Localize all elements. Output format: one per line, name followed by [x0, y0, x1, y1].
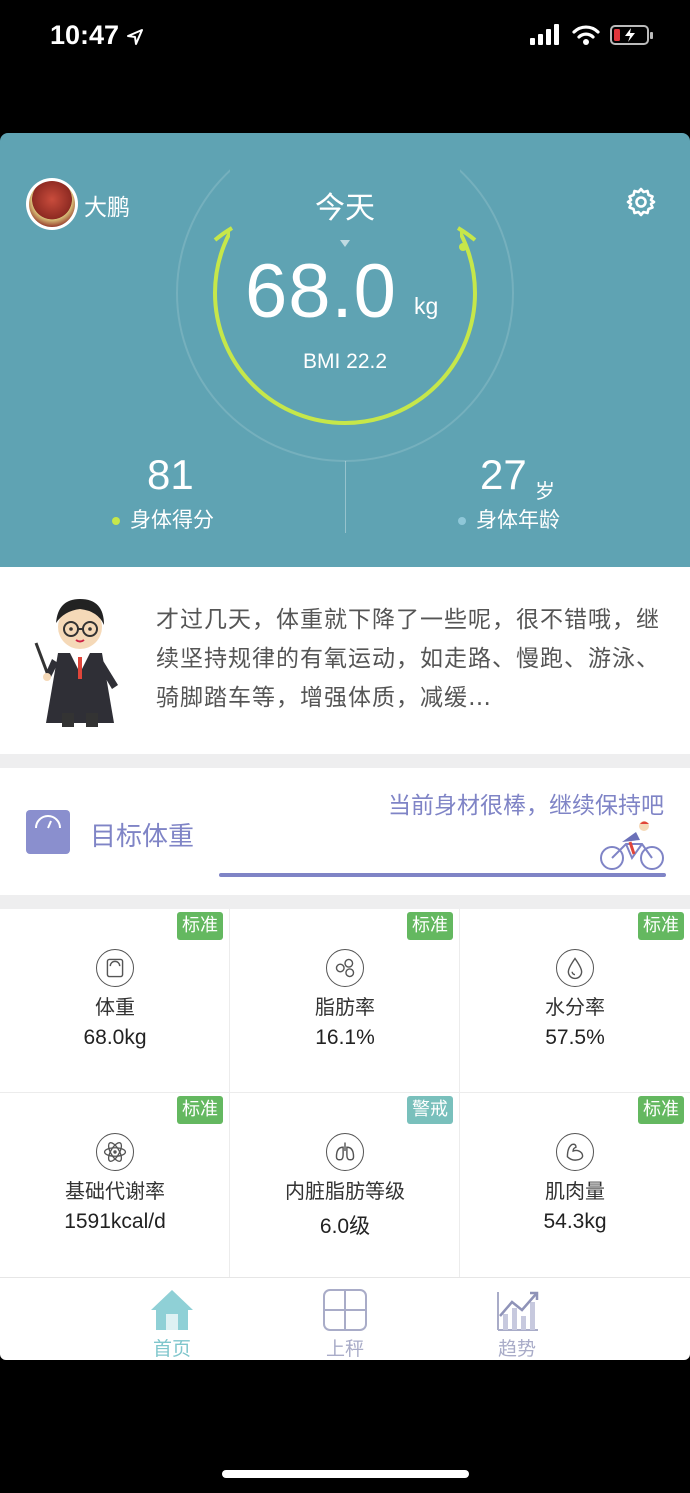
muscle-icon [556, 1133, 594, 1171]
atom-icon [96, 1133, 134, 1171]
body-score-label[interactable]: 身体得分 [112, 504, 214, 534]
tab-label: 首页 [152, 1338, 191, 1360]
tab-scale[interactable]: 上秤 [285, 1278, 405, 1361]
fat-icon [326, 949, 364, 987]
tab-home[interactable]: 首页 [112, 1278, 232, 1361]
tab-label: 上秤 [325, 1338, 364, 1360]
status-bar: 10:47 [0, 0, 690, 80]
battery-icon [610, 25, 653, 45]
metric-value: 54.3kg [543, 1210, 607, 1233]
status-time: 10:47 [50, 20, 120, 50]
scale-pad-icon [323, 1289, 367, 1331]
metric-name: 基础代谢率 [65, 1179, 165, 1203]
metric-card-muscle-mass[interactable]: 标准 肌肉量 54.3kg [460, 1093, 690, 1277]
metric-value: 16.1% [315, 1026, 375, 1049]
body-score-value: 81 [147, 451, 194, 498]
scale-icon [26, 810, 70, 854]
status-badge: 标准 [638, 912, 684, 940]
water-drop-icon [556, 949, 594, 987]
metric-name: 脂肪率 [315, 995, 375, 1019]
scale-icon [96, 949, 134, 987]
metric-value: 1591kcal/d [64, 1210, 166, 1233]
wifi-icon [572, 25, 600, 45]
summary-header: 大鹏 今天 68.0 kg BMI 22.2 81 身体得分 27 岁 身体年龄 [0, 133, 690, 567]
tab-trend[interactable]: 趋势 [457, 1278, 577, 1361]
goal-weight-section[interactable]: 目标体重 当前身材很棒，继续保持吧 [0, 768, 690, 895]
weight-value: 68.0 [245, 249, 397, 334]
metric-name: 水分率 [545, 995, 605, 1019]
trend-chart-icon [497, 1291, 539, 1331]
metric-card-bmr[interactable]: 标准 基础代谢率 1591kcal/d [0, 1093, 230, 1277]
status-badge: 标准 [177, 1096, 223, 1124]
metric-name: 肌肉量 [545, 1179, 605, 1203]
body-age-label[interactable]: 身体年龄 [458, 504, 560, 534]
status-badge: 标准 [407, 912, 453, 940]
signal-icon [530, 24, 559, 45]
metric-card-weight[interactable]: 标准 体重 68.0kg [0, 909, 230, 1093]
page-title: 今天 [315, 191, 375, 226]
section-gap [0, 754, 690, 768]
status-badge: 警戒 [407, 1096, 453, 1124]
weight-unit: kg [414, 293, 439, 319]
metric-name: 内脏脂肪等级 [285, 1179, 405, 1203]
goal-message: 当前身材很棒，继续保持吧 [388, 793, 664, 819]
metric-name: 体重 [95, 995, 135, 1019]
gear-icon[interactable] [626, 187, 656, 217]
home-indicator[interactable] [222, 1470, 469, 1478]
body-age-unit: 岁 [535, 479, 555, 503]
metric-value: 6.0级 [319, 1215, 371, 1238]
metric-card-fat-rate[interactable]: 标准 脂肪率 16.1% [230, 909, 460, 1093]
cyclist-icon [600, 821, 664, 870]
body-age-dot [458, 517, 466, 525]
location-arrow-icon [127, 29, 143, 45]
metric-value: 57.5% [545, 1026, 605, 1049]
body-age-value: 27 [480, 451, 527, 498]
status-badge: 标准 [638, 1096, 684, 1124]
metric-value: 68.0kg [83, 1026, 147, 1049]
tab-label: 趋势 [497, 1338, 536, 1360]
metric-card-water-rate[interactable]: 标准 水分率 57.5% [460, 909, 690, 1093]
goal-progress-bar [219, 873, 666, 877]
stat-divider [345, 461, 346, 533]
lungs-icon [326, 1133, 364, 1171]
tab-bar: 首页 上秤 趋势 [0, 1277, 690, 1360]
tip-text: 才过几天，体重就下降了一些呢，很不错哦，继续坚持规律的有氧运动，如走路、慢跑、游… [156, 607, 660, 711]
body-score-dot [112, 517, 120, 525]
section-gap [0, 895, 690, 909]
goal-weight-label: 目标体重 [90, 822, 195, 852]
status-badge: 标准 [177, 912, 223, 940]
bmi-value: BMI 22.2 [302, 350, 388, 373]
home-icon [151, 1290, 193, 1330]
tip-card[interactable]: 才过几天，体重就下降了一些呢，很不错哦，继续坚持规律的有氧运动，如走路、慢跑、游… [0, 567, 690, 754]
metrics-grid: 标准 体重 68.0kg 标准 脂肪率 16.1% 标准 水分率 57.5% 标… [0, 909, 690, 1277]
wizard-mascot-illustration [34, 599, 118, 727]
metric-card-visceral-fat[interactable]: 警戒 内脏脂肪等级 6.0级 [230, 1093, 460, 1277]
